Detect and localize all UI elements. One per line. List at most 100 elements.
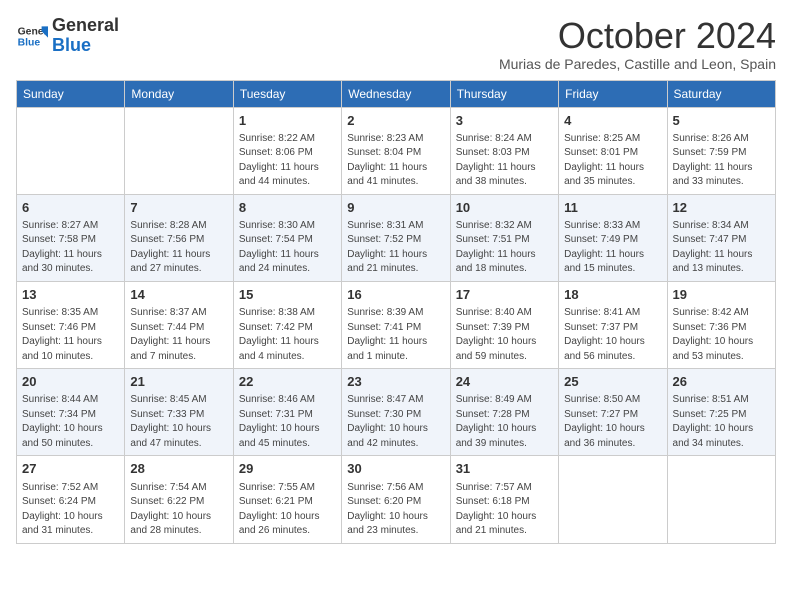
calendar-day-cell: 24 Sunrise: 8:49 AMSunset: 7:28 PMDayligh… — [450, 369, 558, 456]
day-info: Sunrise: 8:26 AMSunset: 7:59 PMDaylight:… — [673, 132, 770, 190]
weekday-header: Saturday — [667, 80, 775, 107]
day-number: 8 — [239, 199, 336, 217]
calendar-day-cell: 3 Sunrise: 8:24 AMSunset: 8:03 PMDaylight… — [450, 107, 558, 194]
calendar-day-cell: 15Sunrise: 8:38 AMSunset: 7:42 PMDayligh… — [233, 281, 341, 368]
day-info: Sunrise: 8:31 AMSunset: 7:52 PMDaylight:… — [347, 219, 444, 277]
calendar-day-cell: 14Sunrise: 8:37 AMSunset: 7:44 PMDayligh… — [125, 281, 233, 368]
weekday-header: Tuesday — [233, 80, 341, 107]
day-info: Sunrise: 8:41 AMSunset: 7:37 PMDaylight:… — [564, 306, 661, 364]
day-info: Sunrise: 8:35 AMSunset: 7:46 PMDaylight:… — [22, 306, 119, 364]
day-info: Sunrise: 8:45 AMSunset: 7:33 PMDaylight:… — [130, 393, 227, 451]
calendar-day-cell: 23Sunrise: 8:47 AMSunset: 7:30 PMDayligh… — [342, 369, 450, 456]
calendar-day-cell — [125, 107, 233, 194]
calendar-day-cell: 5 Sunrise: 8:26 AMSunset: 7:59 PMDaylight… — [667, 107, 775, 194]
calendar-day-cell: 6 Sunrise: 8:27 AMSunset: 7:58 PMDaylight… — [17, 194, 125, 281]
day-number: 19 — [673, 286, 770, 304]
day-info: Sunrise: 8:27 AMSunset: 7:58 PMDaylight:… — [22, 219, 119, 277]
day-number: 31 — [456, 460, 553, 478]
calendar-week-row: 13 Sunrise: 8:35 AMSunset: 7:46 PMDayligh… — [17, 281, 776, 368]
calendar-day-cell: 20 Sunrise: 8:44 AMSunset: 7:34 PMDayligh… — [17, 369, 125, 456]
calendar-day-cell: 25 Sunrise: 8:50 AMSunset: 7:27 PMDayligh… — [559, 369, 667, 456]
day-number: 22 — [239, 373, 336, 391]
calendar-week-row: 6 Sunrise: 8:27 AMSunset: 7:58 PMDaylight… — [17, 194, 776, 281]
day-number: 30 — [347, 460, 444, 478]
calendar-day-cell: 17 Sunrise: 8:40 AMSunset: 7:39 PMDayligh… — [450, 281, 558, 368]
day-number: 3 — [456, 112, 553, 130]
day-info: Sunrise: 8:22 AMSunset: 8:06 PMDaylight:… — [239, 132, 336, 190]
weekday-header: Wednesday — [342, 80, 450, 107]
day-number: 13 — [22, 286, 119, 304]
calendar-day-cell: 31 Sunrise: 7:57 AMSunset: 6:18 PMDayligh… — [450, 456, 558, 543]
day-number: 14 — [130, 286, 227, 304]
day-number: 17 — [456, 286, 553, 304]
day-info: Sunrise: 8:46 AMSunset: 7:31 PMDaylight:… — [239, 393, 336, 451]
calendar-day-cell — [559, 456, 667, 543]
day-number: 15 — [239, 286, 336, 304]
day-number: 28 — [130, 460, 227, 478]
day-info: Sunrise: 8:32 AMSunset: 7:51 PMDaylight:… — [456, 219, 553, 277]
logo-blue-text: Blue — [52, 35, 91, 55]
day-info: Sunrise: 8:49 AMSunset: 7:28 PMDaylight:… — [456, 393, 553, 451]
logo-icon: General Blue — [16, 20, 48, 52]
calendar-day-cell: 10 Sunrise: 8:32 AMSunset: 7:51 PMDayligh… — [450, 194, 558, 281]
weekday-header: Thursday — [450, 80, 558, 107]
day-info: Sunrise: 8:44 AMSunset: 7:34 PMDaylight:… — [22, 393, 119, 451]
calendar-day-cell: 1Sunrise: 8:22 AMSunset: 8:06 PMDaylight… — [233, 107, 341, 194]
day-info: Sunrise: 8:42 AMSunset: 7:36 PMDaylight:… — [673, 306, 770, 364]
day-info: Sunrise: 8:51 AMSunset: 7:25 PMDaylight:… — [673, 393, 770, 451]
title-section: October 2024 Murias de Paredes, Castille… — [499, 16, 776, 72]
day-info: Sunrise: 7:56 AMSunset: 6:20 PMDaylight:… — [347, 481, 444, 539]
day-number: 29 — [239, 460, 336, 478]
month-title: October 2024 — [499, 16, 776, 56]
day-number: 12 — [673, 199, 770, 217]
calendar-day-cell: 16 Sunrise: 8:39 AMSunset: 7:41 PMDayligh… — [342, 281, 450, 368]
day-number: 6 — [22, 199, 119, 217]
day-info: Sunrise: 7:52 AMSunset: 6:24 PMDaylight:… — [22, 481, 119, 539]
calendar-day-cell: 9 Sunrise: 8:31 AMSunset: 7:52 PMDaylight… — [342, 194, 450, 281]
location-subtitle: Murias de Paredes, Castille and Leon, Sp… — [499, 56, 776, 72]
logo: General Blue General Blue — [16, 16, 119, 56]
calendar-day-cell: 27 Sunrise: 7:52 AMSunset: 6:24 PMDayligh… — [17, 456, 125, 543]
day-number: 11 — [564, 199, 661, 217]
day-info: Sunrise: 7:54 AMSunset: 6:22 PMDaylight:… — [130, 481, 227, 539]
day-number: 2 — [347, 112, 444, 130]
day-number: 18 — [564, 286, 661, 304]
calendar-day-cell: 26Sunrise: 8:51 AMSunset: 7:25 PMDayligh… — [667, 369, 775, 456]
day-number: 16 — [347, 286, 444, 304]
day-info: Sunrise: 7:57 AMSunset: 6:18 PMDaylight:… — [456, 481, 553, 539]
calendar-day-cell — [667, 456, 775, 543]
day-number: 9 — [347, 199, 444, 217]
calendar-day-cell: 22 Sunrise: 8:46 AMSunset: 7:31 PMDayligh… — [233, 369, 341, 456]
calendar-week-row: 27 Sunrise: 7:52 AMSunset: 6:24 PMDayligh… — [17, 456, 776, 543]
day-number: 27 — [22, 460, 119, 478]
day-number: 7 — [130, 199, 227, 217]
day-info: Sunrise: 8:23 AMSunset: 8:04 PMDaylight:… — [347, 132, 444, 190]
day-info: Sunrise: 8:24 AMSunset: 8:03 PMDaylight:… — [456, 132, 553, 190]
calendar-header-row: SundayMondayTuesdayWednesdayThursdayFrid… — [17, 80, 776, 107]
calendar-day-cell: 7 Sunrise: 8:28 AMSunset: 7:56 PMDaylight… — [125, 194, 233, 281]
svg-text:Blue: Blue — [18, 37, 41, 48]
day-number: 25 — [564, 373, 661, 391]
calendar-day-cell: 4Sunrise: 8:25 AMSunset: 8:01 PMDaylight… — [559, 107, 667, 194]
day-info: Sunrise: 8:39 AMSunset: 7:41 PMDaylight:… — [347, 306, 444, 364]
day-info: Sunrise: 8:47 AMSunset: 7:30 PMDaylight:… — [347, 393, 444, 451]
calendar-day-cell: 11 Sunrise: 8:33 AMSunset: 7:49 PMDayligh… — [559, 194, 667, 281]
day-info: Sunrise: 8:50 AMSunset: 7:27 PMDaylight:… — [564, 393, 661, 451]
calendar-day-cell — [17, 107, 125, 194]
day-info: Sunrise: 8:33 AMSunset: 7:49 PMDaylight:… — [564, 219, 661, 277]
calendar-week-row: 20 Sunrise: 8:44 AMSunset: 7:34 PMDayligh… — [17, 369, 776, 456]
day-info: Sunrise: 8:30 AMSunset: 7:54 PMDaylight:… — [239, 219, 336, 277]
day-number: 5 — [673, 112, 770, 130]
calendar-week-row: 1Sunrise: 8:22 AMSunset: 8:06 PMDaylight… — [17, 107, 776, 194]
day-number: 21 — [130, 373, 227, 391]
day-info: Sunrise: 8:28 AMSunset: 7:56 PMDaylight:… — [130, 219, 227, 277]
logo-general-text: General — [52, 15, 119, 35]
day-info: Sunrise: 8:40 AMSunset: 7:39 PMDaylight:… — [456, 306, 553, 364]
day-number: 24 — [456, 373, 553, 391]
calendar-day-cell: 29 Sunrise: 7:55 AMSunset: 6:21 PMDayligh… — [233, 456, 341, 543]
calendar-day-cell: 12Sunrise: 8:34 AMSunset: 7:47 PMDayligh… — [667, 194, 775, 281]
day-number: 10 — [456, 199, 553, 217]
day-number: 20 — [22, 373, 119, 391]
day-info: Sunrise: 7:55 AMSunset: 6:21 PMDaylight:… — [239, 481, 336, 539]
calendar-day-cell: 18 Sunrise: 8:41 AMSunset: 7:37 PMDayligh… — [559, 281, 667, 368]
